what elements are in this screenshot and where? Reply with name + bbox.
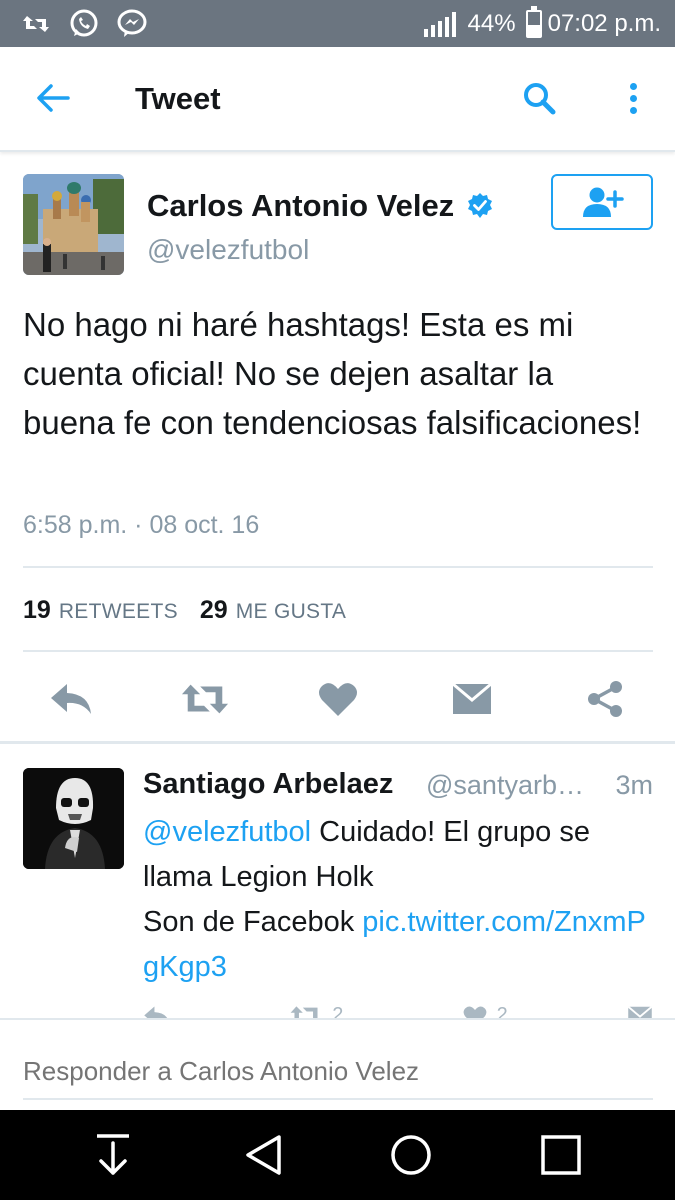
heart-icon xyxy=(319,683,357,716)
retweet-button[interactable] xyxy=(181,675,229,723)
reply-time: 3m xyxy=(615,770,653,800)
reply-icon xyxy=(51,684,91,714)
reply-actions: 2 2 xyxy=(143,1004,653,1018)
reply-text: @velezfutbol Cuidado! El grupo se llama … xyxy=(143,810,653,990)
share-button[interactable] xyxy=(581,675,629,723)
like-button[interactable] xyxy=(314,675,362,723)
app-bar: Tweet xyxy=(0,47,675,152)
message-icon xyxy=(627,1005,653,1018)
system-nav-bar xyxy=(0,1110,675,1200)
divider xyxy=(23,566,653,568)
whatsapp-icon xyxy=(68,8,100,40)
reply-reply-button[interactable] xyxy=(143,1004,171,1018)
recents-square-icon xyxy=(541,1135,581,1175)
avatar[interactable] xyxy=(23,768,124,869)
tweet-header: Carlos Antonio Velez @velezfutbol xyxy=(23,174,653,276)
likes-count[interactable]: 29 xyxy=(200,596,228,625)
retweets-label[interactable]: RETWEETS xyxy=(59,600,178,624)
reply-compose-input[interactable] xyxy=(23,1046,653,1096)
search-button[interactable] xyxy=(518,77,560,119)
tweet-stats: 19 RETWEETS 29 ME GUSTA xyxy=(23,596,368,625)
verified-badge-icon xyxy=(468,193,492,218)
battery-percent: 44% xyxy=(467,9,516,37)
home-circle-icon xyxy=(391,1135,431,1175)
reply-like-button[interactable]: 2 xyxy=(463,1004,508,1018)
reply-like-count: 2 xyxy=(496,1004,508,1018)
message-icon xyxy=(451,682,492,714)
likes-label[interactable]: ME GUSTA xyxy=(236,600,347,624)
more-vertical-icon xyxy=(629,82,637,90)
more-options-button[interactable] xyxy=(616,77,650,119)
direct-message-button[interactable] xyxy=(448,675,496,723)
tweet-actions xyxy=(23,672,653,726)
retweet-icon xyxy=(290,1005,318,1018)
avatar[interactable] xyxy=(23,174,124,275)
clock: 07:02 p.m. xyxy=(547,9,661,37)
retweet-notification-icon xyxy=(20,8,52,40)
messenger-icon xyxy=(116,8,148,40)
reply-retweet-count: 2 xyxy=(332,1004,344,1018)
status-bar: 44% 07:02 p.m. xyxy=(0,0,675,47)
author-handle[interactable]: @velezfutbol xyxy=(147,234,309,266)
system-status: 44% 07:02 p.m. xyxy=(423,5,661,38)
reply-button[interactable] xyxy=(47,675,95,723)
back-arrow-icon xyxy=(37,84,70,112)
tweet-text: No hago ni haré hashtags! Esta es mi cue… xyxy=(23,306,642,441)
search-icon xyxy=(524,83,556,115)
tweet-timestamp[interactable]: 6:58 p.m. · 08 oct. 16 xyxy=(23,511,259,540)
reply-icon xyxy=(144,1005,168,1018)
retweet-icon xyxy=(181,684,228,714)
author-name[interactable]: Carlos Antonio Velez xyxy=(147,188,454,224)
retweets-count[interactable]: 19 xyxy=(23,596,51,625)
reply-author-handle[interactable]: @santyarb… xyxy=(426,770,596,801)
signal-icon xyxy=(423,11,456,37)
add-user-icon xyxy=(583,187,624,217)
notification-drawer-button[interactable] xyxy=(88,1130,138,1180)
battery-icon xyxy=(525,5,542,38)
back-triangle-icon xyxy=(246,1135,281,1175)
compose-divider xyxy=(0,1018,675,1020)
compose-underline xyxy=(23,1098,653,1100)
download-arrow-icon xyxy=(97,1134,129,1175)
nav-home-button[interactable] xyxy=(386,1130,436,1180)
reply-author-name[interactable]: Santiago Arbelaez xyxy=(143,768,393,801)
follow-button[interactable] xyxy=(551,174,653,230)
section-divider xyxy=(0,741,675,744)
heart-icon xyxy=(463,1005,487,1018)
back-button[interactable] xyxy=(32,77,74,119)
reply-message-button[interactable] xyxy=(627,1004,653,1018)
reply-tweet[interactable]: Santiago Arbelaez @santyarb… 3m @velezfu… xyxy=(23,768,653,1018)
nav-recents-button[interactable] xyxy=(536,1130,586,1180)
mention-link[interactable]: @velezfutbol xyxy=(143,816,311,848)
reply-text-part2: Son de Facebok xyxy=(143,906,363,938)
divider xyxy=(23,650,653,652)
nav-back-button[interactable] xyxy=(238,1130,288,1180)
share-icon xyxy=(588,681,622,717)
notification-icons xyxy=(20,8,148,40)
reply-retweet-button[interactable]: 2 xyxy=(290,1004,343,1018)
page-title: Tweet xyxy=(135,81,221,116)
